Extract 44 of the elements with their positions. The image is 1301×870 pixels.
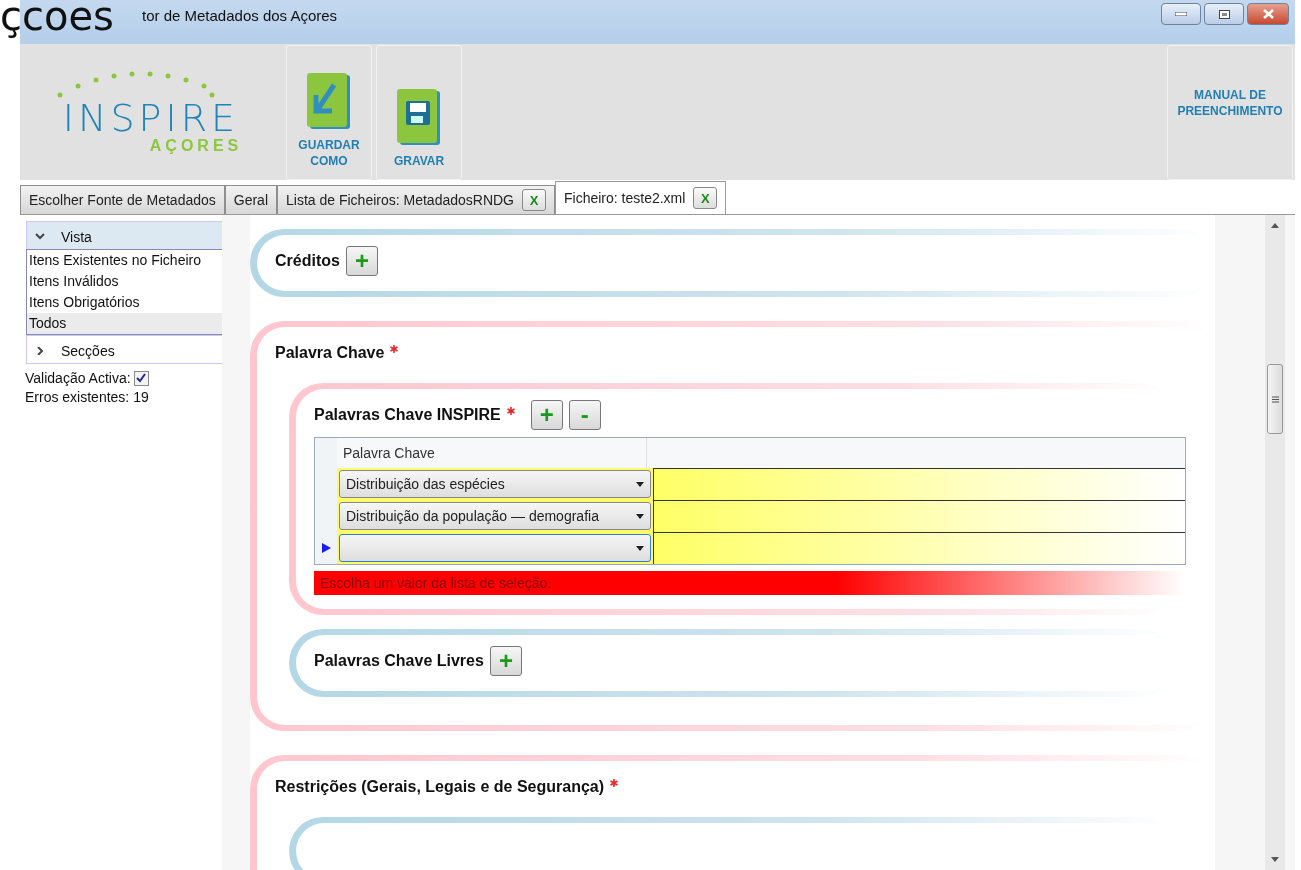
logo-subtext: AÇORES xyxy=(149,137,243,155)
list-item[interactable]: Todos xyxy=(27,313,223,334)
list-item[interactable]: Itens Obrigatórios xyxy=(27,292,223,313)
close-tab-button[interactable]: X xyxy=(522,189,546,211)
dots-arc-icon xyxy=(56,69,216,99)
scroll-down-icon[interactable] xyxy=(1271,857,1279,862)
dropdown-arrow-icon xyxy=(636,513,644,519)
tab[interactable]: Ficheiro: teste2.xml X xyxy=(555,181,727,214)
chevron-icon xyxy=(35,233,45,241)
section-title: Palavras Chave INSPIRE xyxy=(314,406,501,424)
window-title: tor de Metadados dos Açores xyxy=(142,6,338,24)
tab[interactable]: Lista de Ficheiros: MetadadosRNDG X xyxy=(277,185,555,214)
error-count: Erros existentes: 19 xyxy=(25,389,150,405)
dropdown-arrow-icon xyxy=(636,545,644,551)
dropdown-arrow-icon xyxy=(636,481,644,487)
keyword-dropdown[interactable] xyxy=(339,534,651,562)
close-tab-button[interactable]: X xyxy=(693,187,718,209)
tab[interactable]: Escolher Fonte de Metadados xyxy=(20,185,225,214)
keyword-dropdown[interactable]: Distribuição das espécies xyxy=(339,470,651,498)
expander-header[interactable]: Secções xyxy=(27,336,223,363)
section-title: Palavra Chave xyxy=(275,344,385,362)
chevron-icon xyxy=(35,347,45,355)
close-button[interactable] xyxy=(1247,3,1289,25)
section-title: Créditos xyxy=(275,252,340,270)
section-title: Restrições (Gerais, Legais e de Segurança) xyxy=(275,778,605,796)
list-item[interactable]: Itens Existentes no Ficheiro xyxy=(27,250,223,271)
logo-text: INSPIRE xyxy=(62,99,240,137)
slide-text: çcoes xyxy=(0,0,114,36)
validation-checkbox[interactable] xyxy=(133,370,149,386)
scroll-up-icon[interactable] xyxy=(1271,223,1279,228)
maximize-button[interactable] xyxy=(1204,3,1244,25)
vertical-scrollbar[interactable] xyxy=(1265,215,1285,870)
scroll-thumb[interactable] xyxy=(1267,364,1283,434)
validation-label: Validação Activa: xyxy=(25,370,131,386)
maximize-icon xyxy=(1218,9,1230,19)
minimize-button[interactable] xyxy=(1161,3,1201,25)
section-title: Palavras Chave Livres xyxy=(314,652,484,670)
tab[interactable]: Geral xyxy=(224,185,277,214)
row-header[interactable] xyxy=(315,532,337,564)
minimize-icon xyxy=(1175,12,1187,16)
expander-header[interactable]: Vista xyxy=(27,222,223,249)
list-item[interactable]: Itens Inválidos xyxy=(27,271,223,292)
close-icon xyxy=(1261,9,1275,19)
keyword-dropdown[interactable]: Distribuição da população — demografia xyxy=(339,502,651,530)
